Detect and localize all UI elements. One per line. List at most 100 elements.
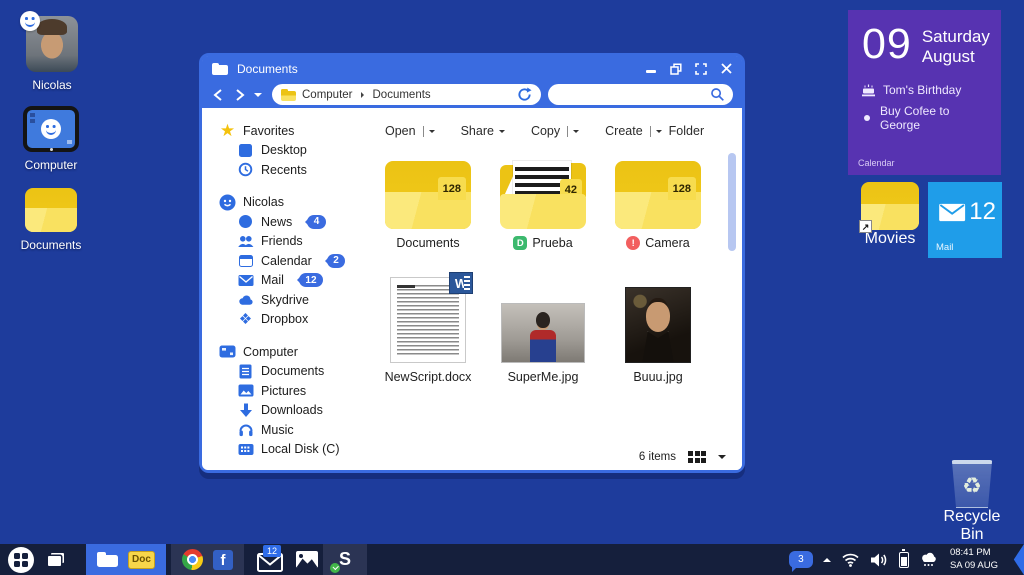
volume-icon[interactable] bbox=[870, 552, 889, 568]
taskbar-skype-group[interactable]: S bbox=[323, 544, 367, 575]
folder-icon: ↗ bbox=[859, 182, 919, 233]
smiley-badge-icon bbox=[20, 11, 40, 31]
notification-bubble[interactable]: 3 bbox=[788, 551, 813, 572]
calendar-tile[interactable]: 09 Saturday August Tom's Birthday Buy Co… bbox=[848, 10, 1001, 175]
taskbar-mail-button[interactable]: 12 bbox=[257, 544, 283, 572]
file-tile-camera[interactable]: 128 ! Camera bbox=[605, 154, 711, 250]
computer-icon bbox=[219, 343, 236, 360]
open-button[interactable]: Open bbox=[385, 124, 435, 138]
sidebar-item-label: Local Disk (C) bbox=[261, 442, 340, 457]
hidden-icons-arrow[interactable] bbox=[822, 554, 831, 562]
file-name: Documents bbox=[396, 236, 460, 250]
calendar-app-label: Calendar bbox=[858, 158, 895, 168]
mail-tile[interactable]: 12 Mail bbox=[928, 182, 1002, 258]
back-button[interactable] bbox=[211, 87, 226, 103]
sidebar-item-local-disk[interactable]: Local Disk (C) bbox=[202, 440, 367, 460]
mail-unread-count: 12 bbox=[969, 198, 996, 225]
chrome-icon[interactable] bbox=[182, 549, 203, 570]
start-button[interactable] bbox=[8, 546, 34, 573]
taskbar-browser-group: f bbox=[171, 544, 244, 575]
refresh-icon[interactable] bbox=[517, 87, 532, 102]
sidebar-item-news[interactable]: News 4 bbox=[202, 212, 367, 232]
sidebar-item-label: Mail bbox=[261, 273, 284, 288]
folder-icon bbox=[212, 62, 228, 75]
copy-button[interactable]: Copy bbox=[531, 124, 580, 138]
create-folder-button[interactable]: Folder bbox=[669, 124, 704, 138]
music-icon bbox=[237, 421, 254, 438]
photos-icon[interactable] bbox=[296, 551, 318, 568]
desktop-icon-documents[interactable]: Documents bbox=[9, 188, 93, 252]
photo-thumbnail bbox=[625, 287, 691, 363]
item-count-badge: 128 bbox=[437, 177, 466, 201]
file-tile-documents[interactable]: 128 Documents bbox=[375, 154, 481, 250]
task-view-icon[interactable] bbox=[48, 553, 65, 566]
smiley-screen-icon bbox=[41, 119, 61, 139]
file-tile-newscript[interactable]: W NewScript.docx bbox=[375, 272, 481, 384]
desktop-icon-label: Computer bbox=[24, 158, 78, 172]
sidebar-item-desktop[interactable]: Desktop bbox=[202, 141, 367, 161]
sidebar-item-label: Calendar bbox=[261, 253, 312, 268]
user-smiley-icon bbox=[219, 194, 236, 211]
sidebar-item-mail[interactable]: Mail 12 bbox=[202, 271, 367, 291]
document-icon bbox=[237, 363, 254, 380]
pictures-icon bbox=[237, 382, 254, 399]
friends-icon bbox=[237, 233, 254, 250]
view-grid-icon[interactable] bbox=[688, 451, 706, 463]
wifi-icon[interactable] bbox=[841, 552, 860, 567]
title-bar[interactable]: Documents bbox=[202, 56, 742, 81]
clock[interactable]: 08:41 PM SA 09 AUG bbox=[950, 547, 998, 572]
create-button[interactable]: Create bbox=[605, 124, 662, 138]
sidebar-item-calendar[interactable]: Calendar 2 bbox=[202, 251, 367, 271]
error-alert-icon: ! bbox=[626, 236, 641, 250]
desktop-icon-movies[interactable]: ↗ Movies bbox=[852, 182, 928, 248]
sidebar-item-music[interactable]: Music bbox=[202, 420, 367, 440]
file-name: Camera bbox=[645, 236, 690, 250]
desktop-icon-computer[interactable]: Computer bbox=[9, 106, 93, 172]
facebook-icon[interactable]: f bbox=[213, 549, 233, 570]
minimize-button[interactable] bbox=[645, 63, 657, 75]
sidebar-item-dropbox[interactable]: ❖ Dropbox bbox=[202, 310, 367, 330]
mail-app-label: Mail bbox=[936, 242, 954, 253]
file-tile-buuu[interactable]: Buuu.jpg bbox=[605, 274, 711, 384]
sidebar-item-downloads[interactable]: Downloads bbox=[202, 401, 367, 421]
close-button[interactable] bbox=[720, 63, 732, 75]
sidebar-item-documents[interactable]: Documents bbox=[202, 362, 367, 382]
sidebar-item-label: Dropbox bbox=[261, 312, 309, 327]
history-dropdown-icon[interactable] bbox=[254, 92, 262, 101]
breadcrumb-documents[interactable]: Documents bbox=[373, 89, 431, 101]
mail-badge: 12 bbox=[296, 273, 324, 288]
sidebar-item-friends[interactable]: Friends bbox=[202, 232, 367, 252]
show-desktop-wedge[interactable] bbox=[1013, 544, 1024, 575]
scrollbar-thumb[interactable] bbox=[728, 153, 736, 251]
search-input[interactable] bbox=[556, 88, 710, 101]
chevron-right-icon bbox=[360, 91, 367, 98]
breadcrumb-computer[interactable]: Computer bbox=[302, 89, 353, 101]
desktop-icon bbox=[237, 142, 254, 159]
calendar-event: Buy Cofee to George bbox=[862, 104, 989, 132]
breadcrumb[interactable]: Computer Documents bbox=[272, 84, 541, 105]
sidebar-section-computer[interactable]: Computer bbox=[202, 342, 367, 362]
taskbar-explorer-group[interactable]: Doc bbox=[86, 544, 166, 575]
sidebar-item-skydrive[interactable]: Skydrive bbox=[202, 290, 367, 310]
file-tile-prueba[interactable]: 42 D Prueba bbox=[490, 154, 596, 250]
sidebar-section-favorites[interactable]: ★ Favorites bbox=[202, 121, 367, 141]
desktop-icon-nicolas[interactable]: Nicolas bbox=[10, 11, 94, 92]
search-box[interactable] bbox=[548, 84, 733, 105]
view-dropdown-icon[interactable] bbox=[718, 455, 726, 463]
sidebar-item-pictures[interactable]: Pictures bbox=[202, 381, 367, 401]
news-icon bbox=[237, 213, 254, 230]
file-tile-superme[interactable]: SuperMe.jpg bbox=[490, 274, 596, 384]
folder-icon bbox=[281, 88, 296, 101]
forward-button[interactable] bbox=[233, 87, 248, 103]
recycle-bin[interactable]: ♻ Recycle Bin bbox=[932, 460, 1012, 544]
sidebar-item-recents[interactable]: Recents bbox=[202, 160, 367, 180]
battery-icon[interactable] bbox=[898, 548, 909, 568]
file-name: SuperMe.jpg bbox=[507, 370, 579, 384]
sidebar-item-label: Documents bbox=[261, 364, 325, 379]
share-button[interactable]: Share bbox=[461, 124, 505, 138]
restore-button[interactable] bbox=[670, 62, 682, 75]
word-icon: W bbox=[449, 272, 473, 294]
weather-icon[interactable] bbox=[919, 551, 938, 568]
sidebar-section-nicolas[interactable]: Nicolas bbox=[202, 193, 367, 213]
fullscreen-button[interactable] bbox=[695, 62, 707, 75]
